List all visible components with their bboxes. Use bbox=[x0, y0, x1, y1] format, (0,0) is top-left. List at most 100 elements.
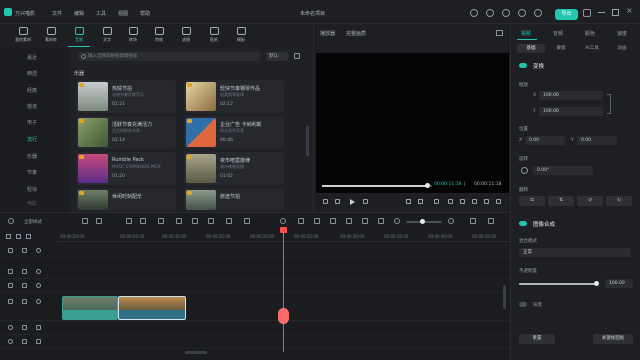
transform-toggle[interactable] bbox=[519, 63, 527, 68]
user-icon[interactable] bbox=[502, 9, 510, 17]
blend-mode-dropdown[interactable]: 正常 bbox=[519, 248, 631, 257]
sidebar-item[interactable]: 电子 bbox=[0, 117, 64, 129]
expand-icon[interactable] bbox=[472, 199, 477, 204]
sidebar-item[interactable]: 轻快 bbox=[0, 184, 64, 196]
render-icon[interactable] bbox=[280, 218, 286, 224]
subtab-animation[interactable]: 动画 bbox=[609, 44, 635, 53]
eye-icon[interactable] bbox=[36, 248, 41, 253]
tool-filter[interactable]: 滤镜 bbox=[175, 27, 197, 47]
audio-card[interactable]: 活跃节奏充满活力 活力四射的节奏 02:14 bbox=[76, 116, 176, 149]
tab-color[interactable]: 颜色 bbox=[585, 30, 595, 37]
keyframe-panel-button[interactable]: 关键帧面板 bbox=[593, 334, 633, 344]
reset-button[interactable]: 重置 bbox=[519, 334, 555, 344]
video-clip-2-selected[interactable] bbox=[118, 296, 186, 320]
pos-y-field[interactable]: 0.00 bbox=[577, 136, 617, 145]
composite-toggle[interactable] bbox=[519, 221, 527, 226]
playhead-scissor-button[interactable] bbox=[278, 308, 289, 324]
scale-y-field[interactable]: 100.00 bbox=[539, 107, 603, 116]
select-icon[interactable] bbox=[82, 218, 88, 224]
rotate-right-button[interactable]: ↻ bbox=[606, 196, 632, 206]
link-track-icon[interactable] bbox=[26, 234, 31, 239]
background-toggle[interactable] bbox=[519, 302, 527, 307]
volume-icon[interactable] bbox=[460, 199, 465, 204]
add-track-icon[interactable] bbox=[6, 234, 11, 239]
opacity-knob[interactable] bbox=[594, 281, 599, 286]
layers-icon[interactable] bbox=[330, 218, 336, 224]
undo-icon[interactable] bbox=[126, 218, 132, 224]
camera-icon[interactable] bbox=[448, 199, 453, 204]
lock-icon[interactable] bbox=[22, 325, 27, 330]
audio-edit-icon[interactable] bbox=[244, 218, 250, 224]
bulb-icon[interactable] bbox=[486, 9, 494, 17]
opacity-field[interactable]: 100.00 bbox=[605, 279, 633, 288]
more-icon[interactable] bbox=[496, 199, 501, 204]
eye-icon[interactable] bbox=[36, 283, 41, 288]
audio-card[interactable]: 轻快节奏钢琴作品 轻柔钢琴旋律 02:12 bbox=[184, 80, 284, 113]
tool-sticker[interactable]: 贴纸 bbox=[203, 27, 225, 47]
prev-frame-icon[interactable] bbox=[323, 199, 328, 204]
image-icon[interactable] bbox=[362, 218, 368, 224]
lock-icon[interactable] bbox=[22, 339, 27, 344]
link-icon[interactable] bbox=[378, 218, 384, 224]
panel-scrollbar[interactable] bbox=[306, 126, 309, 156]
magnet-icon[interactable] bbox=[346, 218, 352, 224]
audio-card[interactable]: 企业广告 卡纳利斯 商业宣传背景 00:46 bbox=[184, 116, 284, 149]
fit-icon[interactable] bbox=[470, 218, 476, 224]
play-icon[interactable] bbox=[350, 199, 355, 205]
track-manager-icon[interactable] bbox=[8, 218, 14, 224]
snapshot-icon[interactable] bbox=[496, 30, 503, 36]
opacity-slider[interactable] bbox=[519, 283, 597, 285]
tab-speed[interactable]: 速度 bbox=[617, 30, 627, 37]
flip-horizontal-button[interactable]: ⇆ bbox=[519, 196, 545, 206]
sidebar-item[interactable]: 乐器 bbox=[0, 151, 64, 163]
close-icon[interactable]: × bbox=[626, 7, 633, 15]
zoom-label[interactable]: 全部样式 bbox=[24, 219, 42, 225]
zoom-out-icon[interactable] bbox=[394, 218, 400, 224]
filter-icon[interactable] bbox=[294, 53, 300, 59]
tab-video[interactable]: 视频 bbox=[521, 30, 531, 37]
redo-icon[interactable] bbox=[140, 218, 146, 224]
tool-text[interactable]: 文字 bbox=[96, 27, 118, 47]
zoom-knob[interactable] bbox=[420, 219, 425, 224]
tab-audio[interactable]: 音频 bbox=[553, 30, 563, 37]
menu-file[interactable]: 文件 bbox=[52, 10, 62, 17]
lock-icon[interactable] bbox=[22, 248, 27, 253]
cloud-icon[interactable] bbox=[518, 9, 526, 17]
menu-help[interactable]: 帮助 bbox=[140, 10, 150, 17]
info-icon[interactable] bbox=[470, 9, 478, 17]
audio-card[interactable]: 热情节拍 动感节奏背景音乐 02:21 bbox=[76, 80, 176, 113]
tool-audio[interactable]: 音频 bbox=[68, 27, 90, 47]
mic-icon[interactable] bbox=[314, 218, 320, 224]
volume-icon[interactable] bbox=[36, 325, 41, 330]
shield-icon[interactable] bbox=[298, 218, 304, 224]
mark-in-icon[interactable] bbox=[406, 199, 411, 204]
tool-library[interactable]: 素材库 bbox=[40, 27, 62, 47]
playback-knob[interactable] bbox=[424, 183, 430, 188]
lock-track-icon[interactable] bbox=[16, 234, 21, 239]
eye-icon[interactable] bbox=[36, 269, 41, 274]
flip-vertical-button[interactable]: ⇅ bbox=[548, 196, 574, 206]
tool-template[interactable]: 模板 bbox=[230, 27, 252, 47]
menu-tools[interactable]: 工具 bbox=[96, 10, 106, 17]
zoom-in-icon[interactable] bbox=[448, 218, 454, 224]
mark-out-icon[interactable] bbox=[418, 199, 423, 204]
tool-my-media[interactable]: 我的素材 bbox=[12, 27, 34, 47]
sidebar-item[interactable]: 电影 bbox=[0, 198, 64, 210]
rotate-field[interactable]: 0.00° bbox=[533, 166, 593, 175]
download-icon[interactable] bbox=[534, 9, 542, 17]
link-icon[interactable] bbox=[607, 94, 611, 114]
delete-icon[interactable] bbox=[158, 218, 164, 224]
menu-edit[interactable]: 编辑 bbox=[74, 10, 84, 17]
sidebar-item[interactable]: 精选 bbox=[0, 68, 64, 80]
sidebar-item[interactable]: 摇滚 bbox=[0, 101, 64, 113]
sidebar-item[interactable]: 最近 bbox=[0, 52, 64, 64]
maximize-icon[interactable] bbox=[612, 9, 619, 16]
timeline-v-scrollbar[interactable] bbox=[503, 285, 506, 309]
time-ruler[interactable]: 00:00:50:00 00:00:05:00 00:00:10:00 00:0… bbox=[58, 232, 510, 242]
audio-card[interactable]: 休闲时刻配乐 bbox=[76, 188, 176, 210]
sidebar-item[interactable]: 经典 bbox=[0, 85, 64, 97]
video-clip-1[interactable] bbox=[62, 296, 118, 320]
scale-x-field[interactable]: 100.00 bbox=[539, 91, 603, 100]
pos-x-field[interactable]: 0.00 bbox=[525, 136, 565, 145]
menu-view[interactable]: 视图 bbox=[118, 10, 128, 17]
